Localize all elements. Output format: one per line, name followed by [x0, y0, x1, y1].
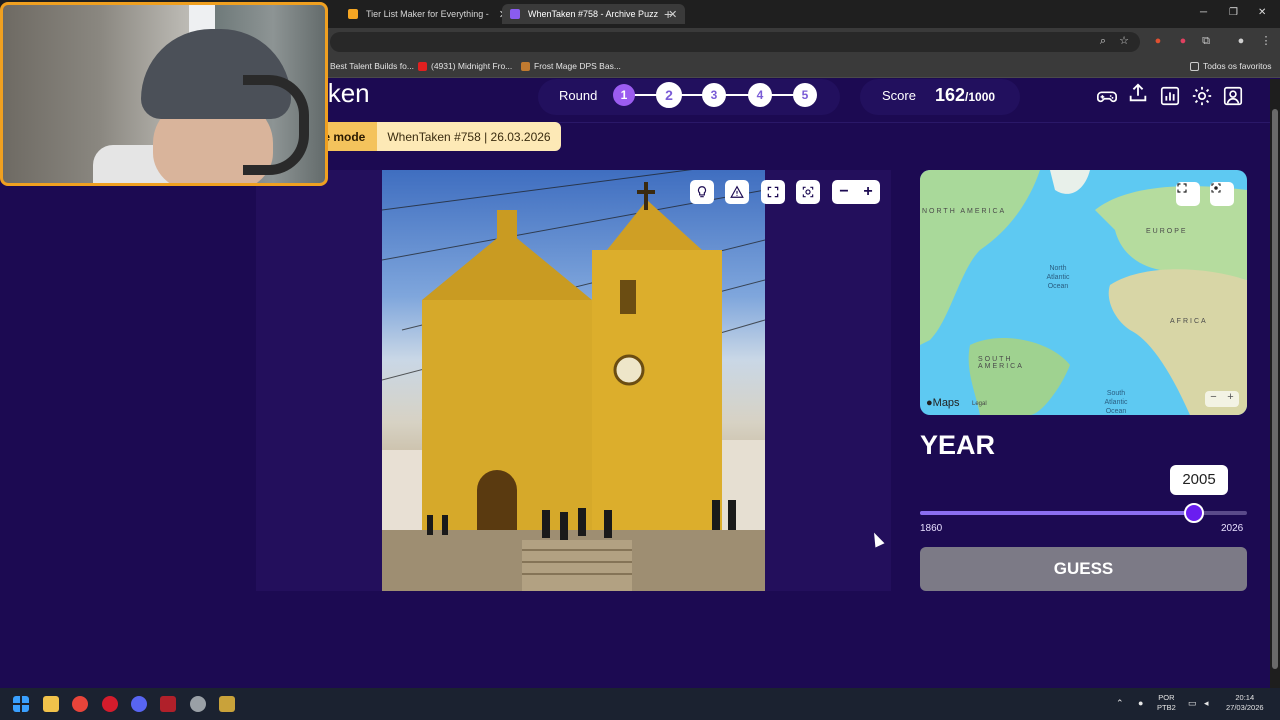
continent-label: EUROPE — [1146, 228, 1188, 235]
round-dot-3: 3 — [702, 83, 726, 107]
expand-icon — [1177, 183, 1187, 193]
extension-icon[interactable]: ● — [1151, 34, 1165, 48]
zoom-in-icon[interactable]: + — [856, 180, 880, 204]
new-tab-icon[interactable]: + — [664, 6, 672, 22]
clock-time: 20:14 — [1235, 693, 1255, 702]
continent-label: SOUTH AMERICA — [978, 356, 1024, 370]
lang-code: POR — [1158, 693, 1175, 702]
photo-zoom-controls: − + — [832, 180, 880, 204]
round-dot-5: 5 — [793, 83, 817, 107]
game-launcher-icon[interactable] — [219, 696, 235, 712]
score-max: /1000 — [965, 90, 996, 104]
tab-favicon-icon — [510, 9, 520, 19]
clock[interactable]: 20:14 27/03/2026 — [1226, 693, 1264, 713]
stats-icon[interactable] — [1159, 85, 1181, 107]
world-map[interactable]: NORTH AMERICA EUROPE AFRICA SOUTH AMERIC… — [920, 170, 1247, 415]
webcam-headset — [243, 75, 309, 175]
expand-icon — [767, 186, 779, 198]
map-focus-button[interactable] — [1210, 182, 1234, 206]
windows-start-icon[interactable] — [13, 696, 29, 712]
share-upload-icon[interactable] — [1127, 82, 1149, 104]
score-label: Score — [882, 88, 916, 103]
round-label: Round — [559, 88, 598, 103]
tab-tier-list[interactable]: Tier List Maker for Everything - ✕ — [348, 4, 508, 24]
ocean-label: South Atlantic Ocean — [1104, 390, 1128, 415]
app-icon[interactable] — [190, 696, 206, 712]
gamepad-icon[interactable] — [1096, 85, 1118, 107]
input-language[interactable]: POR PTB2 — [1157, 693, 1176, 713]
clock-date: 27/03/2026 — [1226, 703, 1264, 712]
tab-favicon-icon — [348, 9, 358, 19]
apple-maps-logo: ● Maps — [926, 397, 960, 409]
year-value-tooltip: 2005 — [1170, 465, 1228, 495]
file-explorer-icon[interactable] — [43, 696, 59, 712]
maps-brand: Maps — [932, 397, 960, 409]
focus-icon — [802, 186, 814, 198]
map-zoom-out-icon[interactable]: − — [1210, 391, 1216, 407]
year-min-label: 1860 — [920, 523, 943, 534]
puzzle-id: WhenTaken #758 | 26.03.2026 — [377, 122, 561, 151]
year-heading: YEAR — [920, 430, 996, 460]
warning-icon — [730, 185, 744, 198]
fullscreen-button[interactable] — [761, 180, 785, 204]
round-dot-1: 1 — [613, 84, 635, 106]
chrome-icon[interactable] — [72, 696, 88, 712]
year-slider-thumb[interactable] — [1183, 503, 1204, 523]
menu-icon[interactable]: ⋮ — [1259, 34, 1273, 48]
score-number: 162 — [935, 85, 966, 105]
volume-icon[interactable]: ◂ — [1204, 698, 1209, 708]
omnibox[interactable] — [330, 32, 1140, 52]
settings-gear-icon[interactable] — [1191, 85, 1213, 107]
church-illustration — [382, 170, 765, 591]
app-icon[interactable] — [160, 696, 176, 712]
tab-whentaken[interactable]: WhenTaken #758 - Archive Puzz ✕ — [502, 4, 686, 24]
windows-taskbar: ⌃ ● POR PTB2 ▭ ◂ 20:14 27/03/2026 — [0, 688, 1280, 720]
scrollbar-thumb[interactable] — [1272, 109, 1278, 669]
close-window-icon[interactable]: ✕ — [1258, 7, 1266, 18]
webcam-overlay — [0, 2, 328, 186]
lightbulb-icon — [697, 186, 707, 198]
profile-icon[interactable]: ● — [1234, 34, 1248, 48]
focus-icon — [1211, 183, 1221, 193]
microphone-icon[interactable]: ● — [1138, 698, 1143, 708]
report-button[interactable] — [725, 180, 749, 204]
zoom-icon[interactable]: ⌕ — [1096, 34, 1110, 48]
page-scrollbar[interactable] — [1270, 79, 1280, 688]
bookmark-star-icon[interactable]: ☆ — [1117, 34, 1131, 48]
year-max-label: 2026 — [1221, 523, 1244, 534]
zoom-out-icon[interactable]: − — [832, 180, 856, 204]
tab-title: WhenTaken #758 - Archive Puzz — [528, 9, 659, 19]
keyboard-layout: PTB2 — [1157, 703, 1176, 712]
opera-icon[interactable] — [102, 696, 118, 712]
focus-button[interactable] — [796, 180, 820, 204]
extensions-puzzle-icon[interactable]: ⧉ — [1199, 34, 1213, 48]
network-icon[interactable]: ▭ — [1188, 698, 1197, 708]
round-dot-4: 4 — [748, 83, 772, 107]
church-photo[interactable] — [382, 170, 765, 591]
score-value: 162/1000 — [935, 85, 995, 106]
map-fullscreen-button[interactable] — [1176, 182, 1200, 206]
ocean-label: North Atlantic Ocean — [1046, 265, 1070, 290]
discord-icon[interactable] — [131, 696, 147, 712]
map-zoom-in-icon[interactable]: + — [1227, 391, 1233, 407]
minimize-icon[interactable]: ─ — [1200, 7, 1207, 18]
year-slider-fill — [920, 511, 1194, 515]
apple-icon: ● — [926, 397, 933, 409]
map-zoom-controls: − + — [1205, 391, 1239, 407]
tray-chevron-icon[interactable]: ⌃ — [1116, 698, 1124, 708]
hint-bulb-button[interactable] — [690, 180, 714, 204]
continent-label: NORTH AMERICA — [922, 208, 1007, 215]
map-landmasses — [920, 170, 1247, 415]
extension-icon[interactable]: ● — [1176, 34, 1190, 48]
round-dot-2: 2 — [656, 82, 682, 108]
map-legal-link[interactable]: Legal — [972, 401, 987, 407]
restore-icon[interactable]: ❐ — [1229, 7, 1238, 18]
tab-title: Tier List Maker for Everything - — [366, 9, 489, 19]
guess-button[interactable]: GUESS — [920, 547, 1247, 591]
account-icon[interactable] — [1222, 85, 1244, 107]
continent-label: AFRICA — [1170, 318, 1208, 325]
